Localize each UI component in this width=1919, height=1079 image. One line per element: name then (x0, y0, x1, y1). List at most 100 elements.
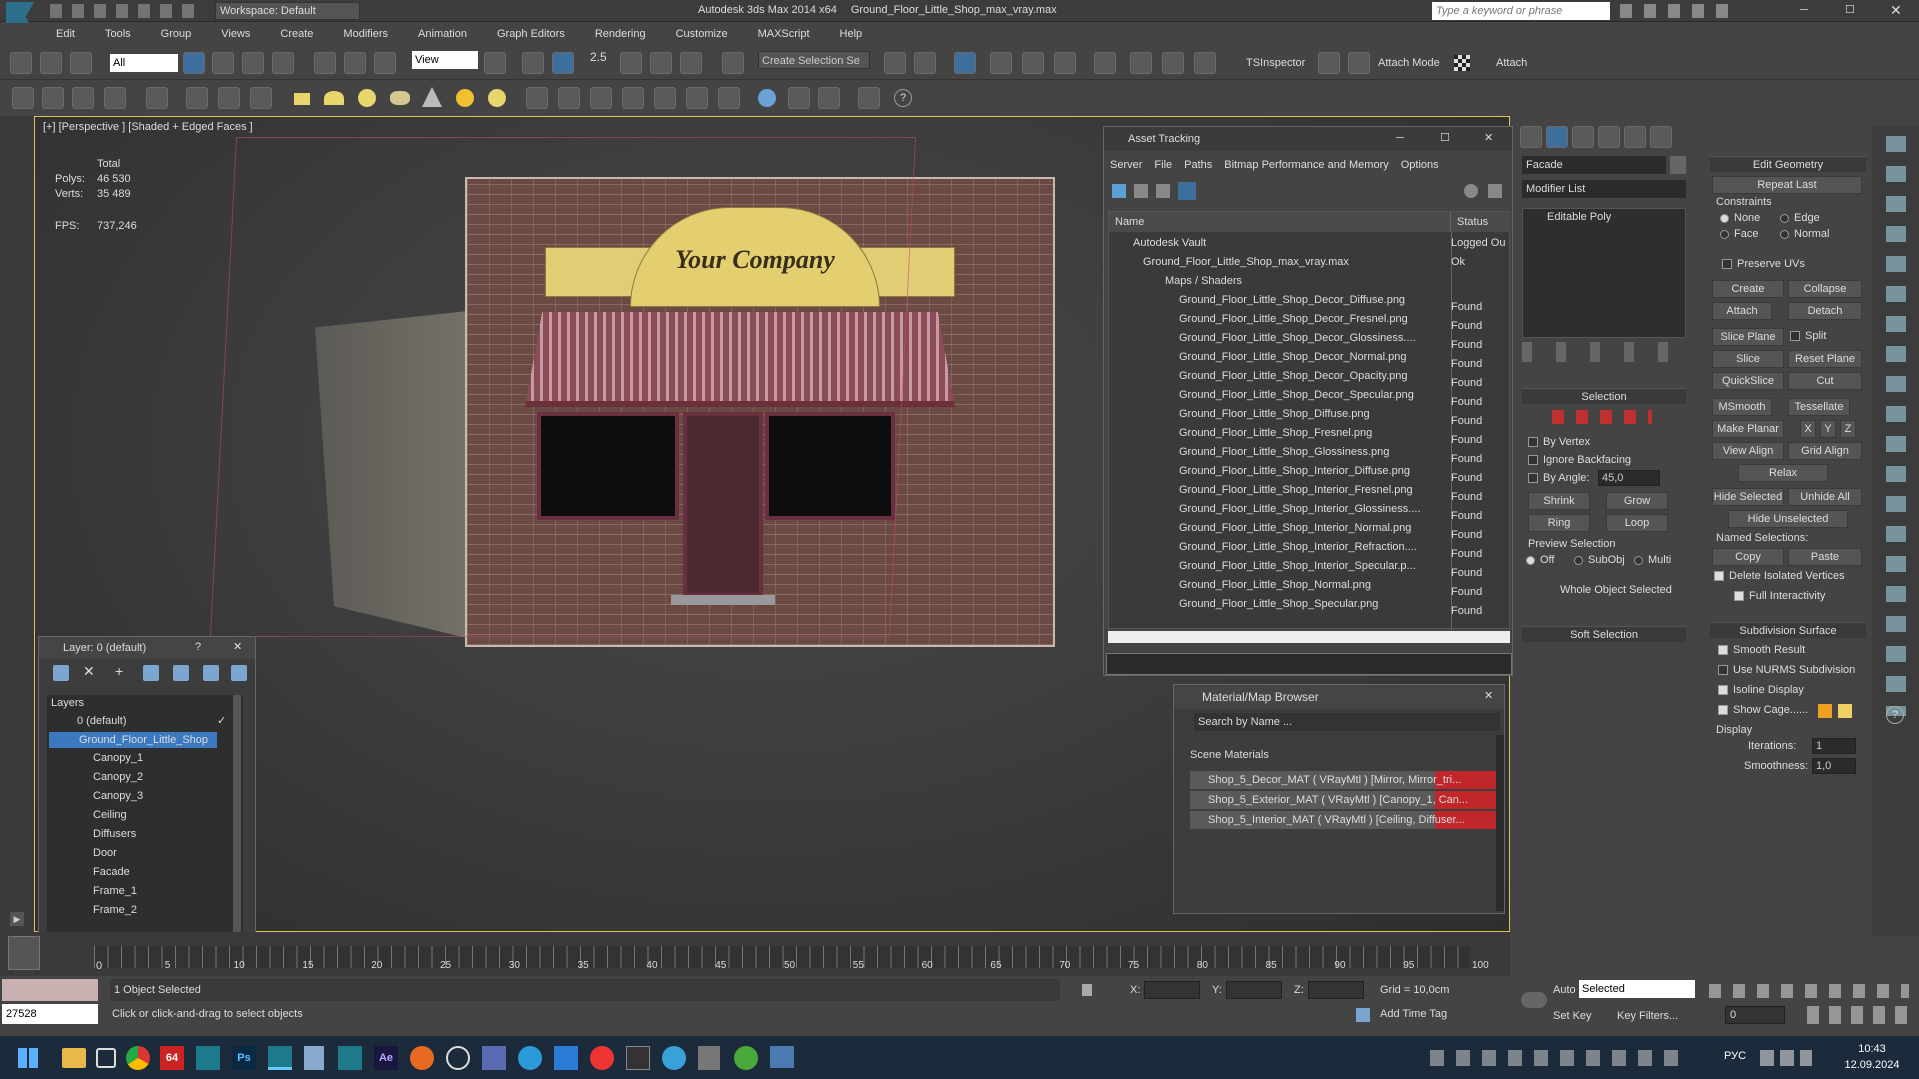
material-item[interactable]: Shop_5_Interior_MAT ( VRayMtl ) [Ceiling… (1190, 811, 1496, 829)
display-tab-icon[interactable] (1624, 126, 1646, 148)
layer-object[interactable]: Diffusers (93, 828, 136, 840)
stack-item-editable-poly[interactable]: Editable Poly (1527, 211, 1611, 223)
layer-object[interactable]: Door (93, 847, 117, 859)
table-row[interactable]: Ground_Floor_Little_Shop_Interior_Normal… (1109, 519, 1511, 538)
smooth-result-check[interactable]: Smooth Result (1718, 644, 1805, 656)
layer-close-icon[interactable]: ✕ (233, 640, 242, 653)
percent-snap-icon[interactable] (650, 52, 672, 74)
render-production-icon[interactable] (1194, 52, 1216, 74)
minimize-button[interactable]: ─ (1800, 4, 1808, 16)
light-bulb-icon[interactable] (488, 89, 506, 107)
particles-icon[interactable] (526, 87, 548, 109)
viewport-label[interactable]: [+] [Perspective ] [Shaded + Edged Faces… (43, 121, 253, 133)
add-time-tag[interactable]: Add Time Tag (1380, 1008, 1447, 1020)
by-angle-check[interactable]: By Angle: (1528, 472, 1589, 484)
quick-access-icons[interactable] (50, 4, 200, 18)
search-person-icon[interactable] (446, 1046, 470, 1070)
object-name-field[interactable]: Facade (1522, 156, 1666, 174)
new-layer-icon[interactable] (53, 665, 69, 681)
col-name-header[interactable]: Name (1109, 212, 1451, 232)
file-explorer-icon[interactable] (62, 1048, 86, 1068)
layer-manager-icon[interactable] (954, 52, 976, 74)
table-row[interactable]: Ground_Floor_Little_Shop_Decor_Normal.pn… (1109, 348, 1511, 367)
task-view-icon[interactable] (96, 1048, 116, 1068)
menu-create[interactable]: Create (280, 23, 313, 45)
asset-close-icon[interactable]: ✕ (1484, 131, 1493, 144)
hierarchy-tab-icon[interactable] (1572, 126, 1594, 148)
asset-path-field[interactable] (1106, 653, 1512, 675)
highlight-layer-icon[interactable] (173, 665, 189, 681)
key-filters-button[interactable]: Key Filters... (1617, 1010, 1678, 1022)
container-icon[interactable] (12, 87, 34, 109)
select-manipulate-icon[interactable] (522, 52, 544, 74)
menu-help[interactable]: Help (840, 23, 863, 45)
maxscript-swatch[interactable] (2, 979, 98, 1001)
photoshop-icon[interactable]: Ps (232, 1046, 256, 1070)
key-mode-icon[interactable] (1521, 992, 1547, 1008)
object-color-swatch[interactable] (1670, 156, 1686, 174)
constraint-normal-radio[interactable]: Normal (1780, 228, 1829, 240)
schematic-view-icon[interactable] (1054, 52, 1076, 74)
close-button[interactable]: ✕ (1890, 2, 1902, 19)
make-planar-button[interactable]: Make Planar (1712, 420, 1784, 438)
menu-edit[interactable]: Edit (56, 23, 75, 45)
ring-button[interactable]: Ring (1528, 514, 1590, 532)
clock-date[interactable]: 12.09.2024 (1836, 1059, 1908, 1071)
cage-selected-color-swatch[interactable] (1838, 704, 1852, 718)
material-ball-icon[interactable] (758, 89, 776, 107)
table-row[interactable]: Ground_Floor_Little_Shop_Decor_Specular.… (1109, 386, 1511, 405)
show-cage-check[interactable]: Show Cage...... (1718, 704, 1808, 716)
utilities-tab-icon[interactable] (1650, 126, 1672, 148)
tessellate-button[interactable]: Tessellate (1788, 398, 1850, 416)
table-row[interactable]: Ground_Floor_Little_Shop_Decor_Glossines… (1109, 329, 1511, 348)
table-row[interactable]: Ground_Floor_Little_Shop_Fresnel.pngFoun… (1109, 424, 1511, 443)
material-titlebar[interactable]: Material/Map Browser (1174, 685, 1504, 709)
attach-label[interactable]: Attach (1496, 57, 1527, 69)
planar-y-button[interactable]: Y (1820, 420, 1836, 438)
grow-button[interactable]: Grow (1606, 492, 1668, 510)
table-row[interactable]: Ground_Floor_Little_Shop_Specular.pngFou… (1109, 595, 1511, 614)
ts-inspector-label[interactable]: TSInspector (1246, 57, 1305, 69)
asset-table-icon[interactable] (1178, 182, 1196, 200)
asset-hscrollbar[interactable] (1108, 631, 1510, 643)
modify-tab-icon[interactable] (1546, 126, 1568, 148)
yandex-icon[interactable] (590, 1046, 614, 1070)
table-row[interactable]: Maps / Shaders (1109, 272, 1511, 291)
fur-ball-icon[interactable] (718, 87, 740, 109)
sphere-icon[interactable] (218, 87, 240, 109)
workspace-dropdown[interactable]: Workspace: Default (215, 2, 360, 20)
asset-maximize-icon[interactable]: ☐ (1440, 131, 1450, 144)
table-row[interactable]: Ground_Floor_Little_Shop_Interior_Diffus… (1109, 462, 1511, 481)
cut-button[interactable]: Cut (1788, 372, 1862, 390)
tray-network-icons[interactable] (1760, 1050, 1812, 1066)
window-crossing-icon[interactable] (272, 52, 294, 74)
frame-buffer-icon[interactable] (858, 87, 880, 109)
repeat-last-button[interactable]: Repeat Last (1712, 176, 1862, 194)
material-item[interactable]: Shop_5_Exterior_MAT ( VRayMtl ) [Canopy_… (1190, 791, 1496, 809)
menu-group[interactable]: Group (161, 23, 192, 45)
save-icon[interactable] (42, 87, 64, 109)
keyboard-shortcut-icon[interactable] (552, 52, 574, 74)
rendered-frame-icon[interactable] (1162, 52, 1184, 74)
subdivision-rollout-head[interactable]: Subdivision Surface (1710, 622, 1866, 638)
table-row[interactable]: Ground_Floor_Little_Shop_Decor_Fresnel.p… (1109, 310, 1511, 329)
layer-object[interactable]: Frame_2 (93, 904, 137, 916)
set-key-button[interactable]: Set Key (1553, 1010, 1592, 1022)
layer-titlebar[interactable]: Layer: 0 (default) (39, 637, 255, 659)
ts-gear-icon[interactable] (1318, 52, 1340, 74)
constraint-edge-radio[interactable]: Edge (1780, 212, 1820, 224)
attach-button[interactable]: Attach (1712, 302, 1772, 320)
layer-object[interactable]: Canopy_2 (93, 771, 143, 783)
calculator-app-icon[interactable] (698, 1046, 720, 1070)
menu-modifiers[interactable]: Modifiers (343, 23, 388, 45)
calculator-icon[interactable] (72, 87, 94, 109)
soft-selection-rollout-head[interactable]: Soft Selection (1522, 626, 1686, 642)
sun-icon[interactable] (456, 89, 474, 107)
material-scrollbar[interactable] (1496, 735, 1504, 911)
dynamics-icon[interactable] (558, 87, 580, 109)
panel-help-icon[interactable]: ? (1886, 706, 1904, 724)
create-button[interactable]: Create (1712, 280, 1784, 298)
preserve-uvs-check[interactable]: Preserve UVs (1722, 258, 1805, 270)
3dsmax-2-icon[interactable] (338, 1046, 362, 1070)
bind-space-warp-icon[interactable] (70, 52, 92, 74)
